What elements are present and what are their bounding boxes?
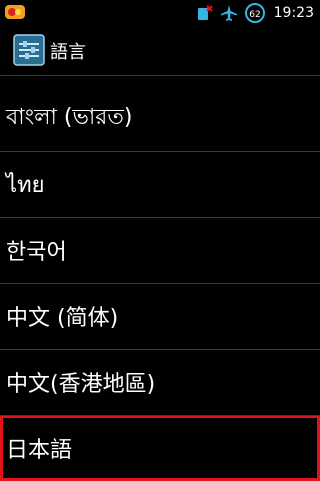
page-title: 語言 <box>50 42 86 63</box>
status-icons: 62 19:23 <box>196 0 314 25</box>
action-bar: 語言 <box>0 25 320 76</box>
language-item-chinese-simplified[interactable]: 中文 (简体) <box>0 283 320 349</box>
battery-icon: 62 <box>244 2 265 23</box>
airplane-mode-icon <box>220 4 237 21</box>
notification-app-icon <box>5 5 25 19</box>
language-label: 中文 (简体) <box>6 306 119 331</box>
language-label: 中文(香港地區) <box>6 372 156 397</box>
language-item-japanese[interactable]: 日本語 <box>0 415 320 481</box>
status-clock: 19:23 <box>273 4 314 21</box>
language-label: 日本語 <box>6 438 73 463</box>
language-item-korean[interactable]: 한국어 <box>0 217 320 283</box>
sim-error-icon <box>197 4 213 20</box>
language-label: ไทย <box>6 172 45 198</box>
settings-icon[interactable] <box>13 34 45 66</box>
language-list: বাংলা (ভারত) ไทย 한국어 中文 (简体) 中文(香港地區) 日本… <box>0 85 320 481</box>
language-item-thai[interactable]: ไทย <box>0 151 320 217</box>
language-item-chinese-hongkong[interactable]: 中文(香港地區) <box>0 349 320 415</box>
language-item-bengali[interactable]: বাংলা (ভারত) <box>0 85 320 151</box>
language-label: 한국어 <box>6 240 67 265</box>
status-bar: 62 19:23 <box>0 0 320 25</box>
language-label: বাংলা (ভারত) <box>6 104 133 130</box>
battery-level: 62 <box>249 10 260 20</box>
